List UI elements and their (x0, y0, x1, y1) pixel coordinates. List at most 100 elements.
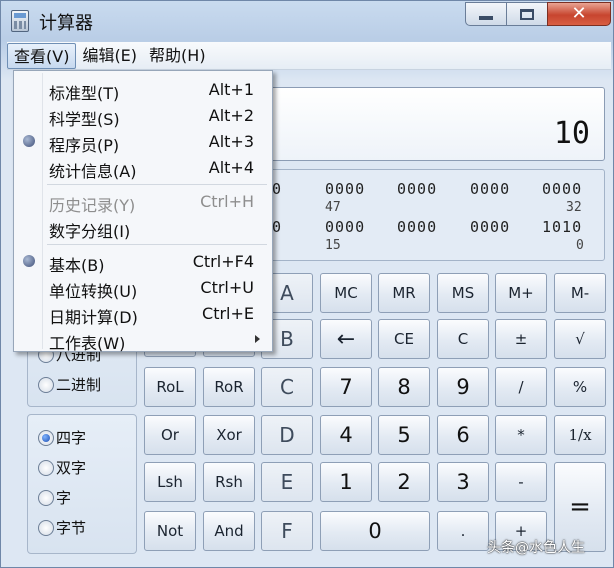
bit-group[interactable]: 0000 (470, 180, 510, 198)
minimize-button[interactable] (465, 2, 507, 26)
rol-button[interactable]: RoL (144, 367, 196, 407)
digit-5-button[interactable]: 5 (378, 415, 430, 455)
decimal-button[interactable]: . (437, 511, 489, 551)
selected-bullet-icon (23, 255, 35, 267)
menu-bar: 查看(V) 编辑(E) 帮助(H) (7, 42, 611, 70)
menu-item-shortcut: Alt+2 (208, 106, 254, 125)
submenu-arrow-icon (255, 335, 260, 343)
menu-item-history[interactable]: 历史记录(Y) Ctrl+H (16, 189, 270, 215)
negate-button[interactable]: ± (495, 319, 547, 359)
bit-group[interactable]: 0000 (397, 180, 437, 198)
and-button[interactable]: And (203, 511, 255, 551)
bit-position-label: 0 (576, 238, 584, 253)
backspace-button[interactable]: ← (320, 319, 372, 359)
clear-button[interactable]: C (437, 319, 489, 359)
menu-item-label: 程序员(P) (49, 136, 120, 155)
bit-group[interactable]: 0000 (325, 218, 365, 236)
bit-group[interactable]: 0000 (542, 180, 582, 198)
menu-item-label: 工作表(W) (49, 334, 126, 353)
digit-0-button[interactable]: 0 (320, 511, 430, 551)
menu-help[interactable]: 帮助(H) (143, 43, 212, 69)
hex-e-button[interactable]: E (261, 462, 313, 502)
radio-button-icon (38, 429, 54, 446)
menu-item-worksheets[interactable]: 工作表(W) (16, 327, 270, 353)
ror-button[interactable]: RoR (203, 367, 255, 407)
menu-item-label: 统计信息(A) (49, 162, 137, 181)
menu-item-programmer[interactable]: 程序员(P) Alt+3 (16, 129, 270, 155)
radio-word[interactable]: 字 (38, 487, 71, 508)
ms-button[interactable]: MS (437, 273, 489, 313)
maximize-button[interactable] (506, 2, 548, 26)
radio-binary[interactable]: 二进制 (38, 374, 101, 395)
radio-label: 四字 (56, 429, 87, 447)
subtract-button[interactable]: - (495, 462, 547, 502)
digit-8-button[interactable]: 8 (378, 367, 430, 407)
digit-6-button[interactable]: 6 (437, 415, 489, 455)
menu-view[interactable]: 查看(V) (7, 42, 77, 69)
bit-group[interactable]: 0000 (470, 218, 510, 236)
bit-group[interactable]: 0000 (325, 180, 365, 198)
radio-button-icon (38, 519, 54, 536)
menu-item-shortcut: Ctrl+E (202, 304, 254, 323)
rsh-button[interactable]: Rsh (203, 462, 255, 502)
menu-item-scientific[interactable]: 科学型(S) Alt+2 (16, 103, 270, 129)
ce-button[interactable]: CE (378, 319, 430, 359)
percent-button[interactable]: % (554, 367, 606, 407)
lsh-button[interactable]: Lsh (144, 462, 196, 502)
menu-item-label: 单位转换(U) (49, 282, 138, 301)
menu-separator (47, 184, 267, 185)
mc-button[interactable]: MC (320, 273, 372, 313)
menu-item-shortcut: Ctrl+F4 (192, 252, 254, 271)
radio-button-icon (38, 489, 54, 506)
close-button[interactable]: ✕ (547, 2, 611, 26)
digit-3-button[interactable]: 3 (437, 462, 489, 502)
menu-item-label: 科学型(S) (49, 110, 120, 129)
menu-item-label: 基本(B) (49, 256, 105, 275)
divide-button[interactable]: / (495, 367, 547, 407)
radio-label: 字 (56, 489, 72, 507)
menu-item-label: 历史记录(Y) (49, 196, 136, 215)
maximize-icon (520, 8, 534, 20)
calculator-window: 计算器 ✕ 查看(V) 编辑(E) 帮助(H) 10 000 0 000 0 000… (0, 0, 614, 568)
radio-button-icon (38, 459, 54, 476)
xor-button[interactable]: Xor (203, 415, 255, 455)
menu-item-basic[interactable]: 基本(B) Ctrl+F4 (16, 249, 270, 275)
digit-4-button[interactable]: 4 (320, 415, 372, 455)
menu-separator (47, 244, 267, 245)
minimize-icon (479, 16, 493, 20)
menu-item-label: 日期计算(D) (49, 308, 138, 327)
menu-item-digit-grouping[interactable]: 数字分组(I) (16, 215, 270, 241)
digit-7-button[interactable]: 7 (320, 367, 372, 407)
reciprocal-button[interactable]: 1/x (554, 415, 606, 455)
m-minus-button[interactable]: M- (554, 273, 606, 313)
digit-9-button[interactable]: 9 (437, 367, 489, 407)
word-size-panel: 四字 双字 字 字节 (27, 414, 137, 554)
menu-item-shortcut: Alt+4 (208, 158, 254, 177)
hex-d-button[interactable]: D (261, 415, 313, 455)
bit-group[interactable]: 1010 (542, 218, 582, 236)
or-button[interactable]: Or (144, 415, 196, 455)
radio-byte[interactable]: 字节 (38, 517, 86, 538)
digit-2-button[interactable]: 2 (378, 462, 430, 502)
bit-position-label: 47 (325, 200, 341, 215)
menu-item-date-calculation[interactable]: 日期计算(D) Ctrl+E (16, 301, 270, 327)
menu-item-shortcut: Ctrl+U (200, 278, 254, 297)
radio-qword[interactable]: 四字 (38, 427, 86, 448)
view-dropdown-menu: 标准型(T) Alt+1 科学型(S) Alt+2 程序员(P) Alt+3 统… (13, 70, 273, 353)
hex-f-button[interactable]: F (261, 511, 313, 551)
menu-edit[interactable]: 编辑(E) (76, 43, 143, 69)
display-value: 10 (553, 116, 590, 151)
radio-dword[interactable]: 双字 (38, 457, 86, 478)
bit-position-label: 32 (566, 200, 582, 215)
menu-item-statistics[interactable]: 统计信息(A) Alt+4 (16, 155, 270, 181)
bit-group[interactable]: 0000 (397, 218, 437, 236)
sqrt-button[interactable]: √ (554, 319, 606, 359)
menu-item-unit-conversion[interactable]: 单位转换(U) Ctrl+U (16, 275, 270, 301)
not-button[interactable]: Not (144, 511, 196, 551)
hex-c-button[interactable]: C (261, 367, 313, 407)
menu-item-standard[interactable]: 标准型(T) Alt+1 (16, 77, 270, 103)
digit-1-button[interactable]: 1 (320, 462, 372, 502)
m-plus-button[interactable]: M+ (495, 273, 547, 313)
mr-button[interactable]: MR (378, 273, 430, 313)
multiply-button[interactable]: * (495, 415, 547, 455)
